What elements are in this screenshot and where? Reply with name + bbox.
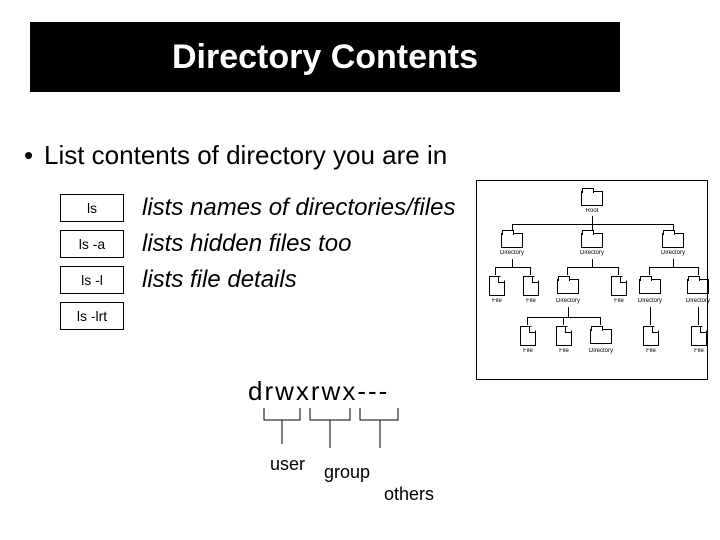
folder-icon xyxy=(639,279,661,294)
bullet-main: List contents of directory you are in xyxy=(44,140,664,171)
node-label: File xyxy=(682,348,716,354)
folder-icon xyxy=(557,279,579,294)
command-desc: lists hidden files too xyxy=(142,230,351,258)
file-icon xyxy=(523,276,539,296)
node-label: File xyxy=(511,348,545,354)
node-label: Directory xyxy=(584,348,618,354)
node-label: Root xyxy=(575,208,609,214)
node-label: Directory xyxy=(681,298,715,304)
file-icon xyxy=(611,276,627,296)
folder-icon xyxy=(501,233,523,248)
folder-icon xyxy=(590,329,612,344)
node-label: Directory xyxy=(551,298,585,304)
file-icon xyxy=(691,326,707,346)
perm-label-group: group xyxy=(324,462,370,483)
command-list: ls lists names of directories/files ls -… xyxy=(60,190,455,334)
node-label: Directory xyxy=(575,250,609,256)
file-icon xyxy=(643,326,659,346)
folder-icon xyxy=(687,279,709,294)
command-row: ls -lrt xyxy=(60,298,455,334)
file-icon xyxy=(556,326,572,346)
file-icon xyxy=(520,326,536,346)
folder-icon xyxy=(581,191,603,206)
command-box: ls xyxy=(60,194,124,222)
command-desc: lists file details xyxy=(142,266,297,294)
perm-label-user: user xyxy=(270,454,305,475)
command-desc: lists names of directories/files xyxy=(142,194,455,222)
command-row: ls -l lists file details xyxy=(60,262,455,298)
node-label: File xyxy=(602,298,636,304)
command-box: ls -lrt xyxy=(60,302,124,330)
node-label: Directory xyxy=(495,250,529,256)
permission-string: drwxrwx--- xyxy=(248,376,389,407)
directory-tree-diagram: Root Directory Directory Directory File … xyxy=(476,180,708,380)
command-box: ls -a xyxy=(60,230,124,258)
node-label: File xyxy=(514,298,548,304)
file-icon xyxy=(489,276,505,296)
node-label: Directory xyxy=(656,250,690,256)
command-row: ls lists names of directories/files xyxy=(60,190,455,226)
node-label: File xyxy=(480,298,514,304)
node-label: Directory xyxy=(633,298,667,304)
folder-icon xyxy=(581,233,603,248)
perm-label-others: others xyxy=(384,484,434,505)
folder-icon xyxy=(662,233,684,248)
slide-title: Directory Contents xyxy=(30,22,620,92)
command-row: ls -a lists hidden files too xyxy=(60,226,455,262)
permission-brackets xyxy=(258,408,438,448)
node-label: File xyxy=(634,348,668,354)
node-label: File xyxy=(547,348,581,354)
command-box: ls -l xyxy=(60,266,124,294)
